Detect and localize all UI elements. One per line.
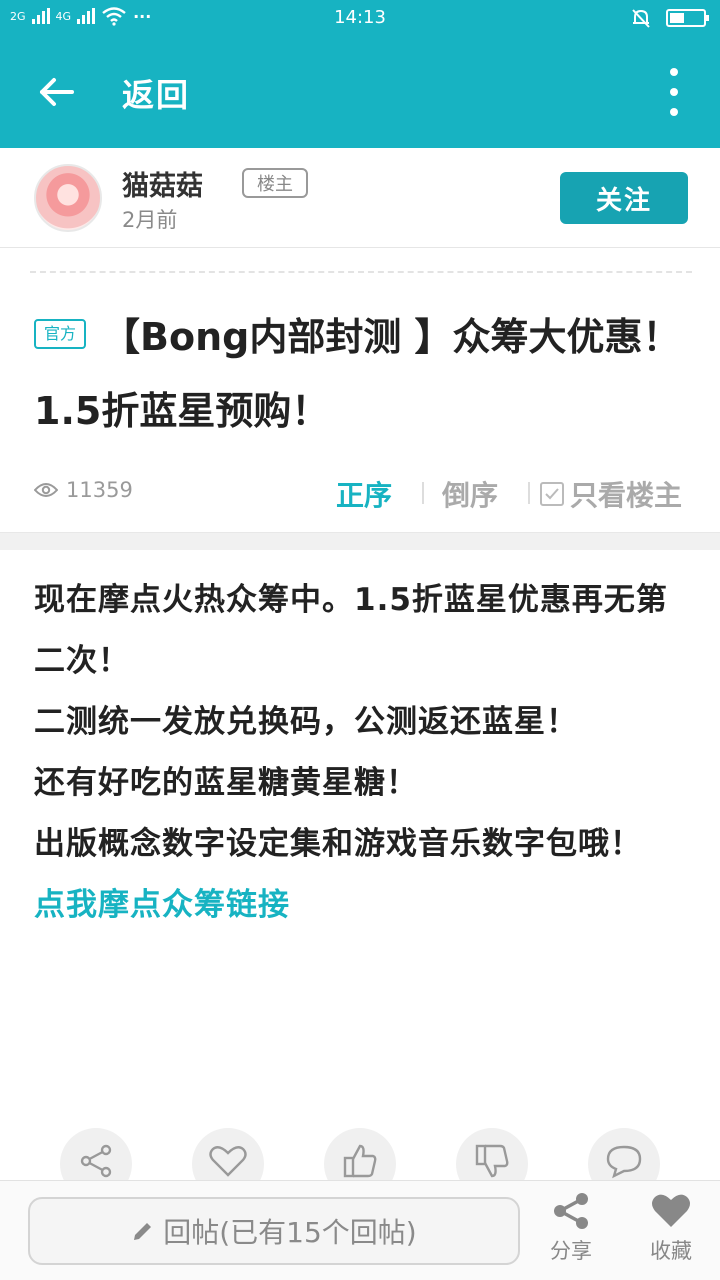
post-title-block: 官方 【Bong内部封测 】众筹大优惠！1.5折蓝星预购！ bbox=[34, 300, 684, 448]
favorite-label: 收藏 bbox=[650, 1239, 692, 1263]
share-label: 分享 bbox=[550, 1239, 592, 1263]
body-paragraph: 现在摩点火热众筹中。1.5折蓝星优惠再无第二次！ bbox=[34, 582, 668, 679]
status-time: 14:13 bbox=[334, 7, 386, 28]
thumbs-up-action-button[interactable] bbox=[324, 1128, 396, 1180]
share-action-button[interactable] bbox=[60, 1128, 132, 1180]
heart-icon bbox=[652, 1194, 690, 1227]
status-bar-right bbox=[630, 7, 709, 29]
pencil-icon bbox=[134, 1223, 152, 1240]
body-paragraph: 二测统一发放兑换码，公测返还蓝星！ bbox=[34, 704, 578, 740]
post-time: 2月前 bbox=[122, 208, 178, 232]
thumbs-down-icon bbox=[475, 1144, 509, 1178]
share-icon bbox=[80, 1144, 112, 1178]
reply-placeholder: 回帖(已有15个回帖) bbox=[163, 1216, 417, 1249]
heart-icon bbox=[209, 1146, 247, 1177]
more-dot-icon bbox=[670, 88, 678, 96]
owner-badge: 楼主 bbox=[242, 168, 308, 198]
follow-button[interactable]: 关注 bbox=[560, 172, 688, 224]
eye-icon bbox=[34, 483, 58, 497]
post-body: 现在摩点火热众筹中。1.5折蓝星优惠再无第二次！ 二测统一发放兑换码，公测返还蓝… bbox=[34, 570, 694, 936]
bottom-bar: 回帖(已有15个回帖) 分享 收藏 bbox=[0, 1180, 720, 1280]
favorite-button[interactable]: 收藏 bbox=[636, 1191, 706, 1265]
divider bbox=[30, 271, 692, 273]
arrow-left-icon bbox=[40, 78, 74, 106]
share-icon bbox=[554, 1193, 588, 1229]
view-count: 11359 bbox=[34, 478, 133, 502]
thumbs-up-icon bbox=[343, 1144, 377, 1178]
body-paragraph: 还有好吃的蓝星糖黄星糖！ bbox=[34, 765, 418, 801]
separator bbox=[422, 482, 424, 504]
back-label[interactable]: 返回 bbox=[122, 70, 190, 116]
more-menu-button[interactable] bbox=[664, 68, 684, 116]
only-owner-toggle[interactable]: 只看楼主 bbox=[540, 474, 682, 514]
battery-icon bbox=[666, 9, 709, 27]
separator bbox=[528, 482, 530, 504]
bell-muted-icon bbox=[632, 9, 650, 28]
post-meta-row: 11359 正序 倒序 只看楼主 bbox=[0, 466, 720, 518]
only-owner-label: 只看楼主 bbox=[570, 479, 683, 512]
section-gap bbox=[0, 532, 720, 550]
view-count-value: 11359 bbox=[66, 478, 133, 502]
checkbox-icon bbox=[540, 482, 564, 506]
sort-descending-tab[interactable]: 倒序 bbox=[442, 474, 498, 514]
reply-input[interactable]: 回帖(已有15个回帖) bbox=[28, 1197, 520, 1265]
more-dot-icon bbox=[670, 108, 678, 116]
like-action-button[interactable] bbox=[192, 1128, 264, 1180]
comment-action-button[interactable] bbox=[588, 1128, 660, 1180]
comment-icon bbox=[606, 1145, 642, 1179]
post-actions bbox=[0, 1126, 720, 1180]
avatar[interactable] bbox=[34, 164, 102, 232]
official-tag: 官方 bbox=[34, 318, 86, 349]
thumbs-down-action-button[interactable] bbox=[456, 1128, 528, 1180]
body-paragraph: 出版概念数字设定集和游戏音乐数字包哦！ bbox=[34, 826, 642, 862]
author-name[interactable]: 猫菇菇 bbox=[122, 164, 203, 203]
back-button[interactable] bbox=[30, 66, 82, 118]
app-bar: 返回 bbox=[0, 36, 720, 148]
author-row: 猫菇菇 楼主 2月前 关注 bbox=[0, 148, 720, 248]
sort-ascending-tab[interactable]: 正序 bbox=[336, 474, 392, 514]
share-button[interactable]: 分享 bbox=[536, 1191, 606, 1265]
post-title: 【Bong内部封测 】众筹大优惠！1.5折蓝星预购！ bbox=[34, 315, 681, 433]
crowdfunding-link[interactable]: 点我摩点众筹链接 bbox=[34, 875, 694, 936]
status-bar: 2G 4G ··· 14:13 bbox=[0, 0, 720, 36]
more-dot-icon bbox=[670, 68, 678, 76]
